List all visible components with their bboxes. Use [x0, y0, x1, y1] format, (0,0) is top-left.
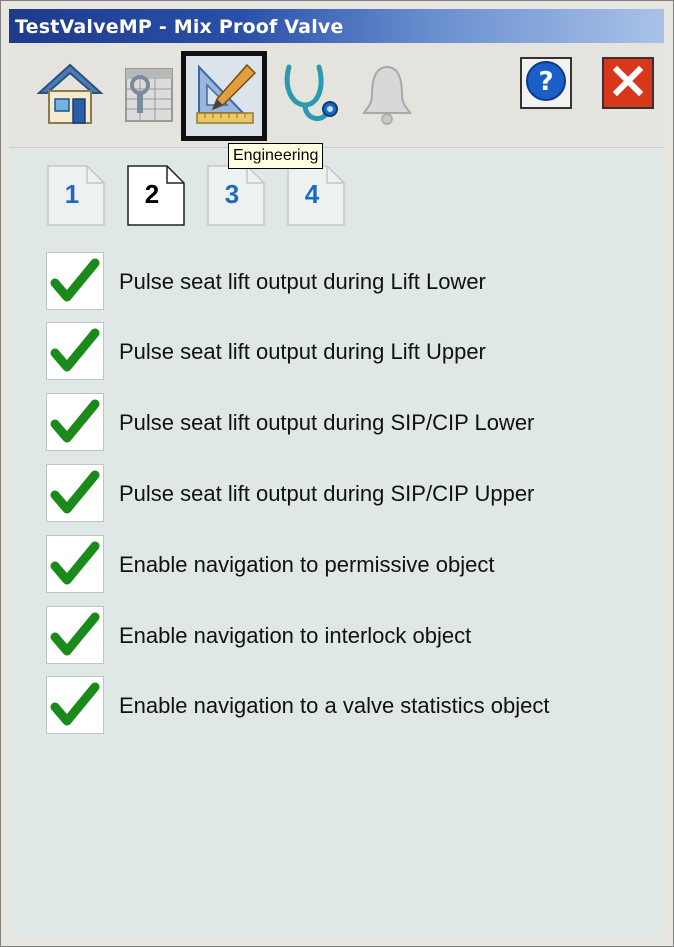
option-row: Pulse seat lift output during Lift Lower: [46, 252, 646, 312]
option-checkbox[interactable]: [46, 393, 104, 451]
option-checkbox[interactable]: [46, 676, 104, 734]
maintenance-icon: [112, 59, 182, 134]
option-row: Pulse seat lift output during Lift Upper: [46, 322, 646, 382]
window-title: TestValveMP - Mix Proof Valve: [15, 16, 344, 38]
bell-icon: [352, 59, 422, 134]
home-icon: [35, 59, 105, 134]
option-row: Enable navigation to interlock object: [46, 606, 646, 666]
option-label: Pulse seat lift output during SIP/CIP Lo…: [119, 410, 535, 435]
checkmark-icon: [50, 399, 100, 443]
toolbar: ?: [9, 43, 664, 147]
option-row: Pulse seat lift output during SIP/CIP Lo…: [46, 393, 646, 453]
checkmark-icon: [50, 541, 100, 585]
stethoscope-icon: [275, 59, 345, 134]
svg-text:?: ?: [538, 67, 553, 97]
home-tab-button[interactable]: [27, 51, 113, 141]
checkmark-icon: [50, 328, 100, 372]
page-tab-2[interactable]: 2: [127, 165, 185, 226]
option-checkbox[interactable]: [46, 535, 104, 593]
alarms-tab-button[interactable]: [344, 51, 430, 141]
checkmark-icon: [50, 258, 100, 302]
option-checkbox[interactable]: [46, 606, 104, 664]
page-tab-3[interactable]: 3: [207, 165, 265, 226]
engineering-icon: [189, 59, 259, 134]
option-row: Pulse seat lift output during SIP/CIP Up…: [46, 464, 646, 524]
page-tab-4[interactable]: 4: [287, 165, 345, 226]
faceplate-window: TestValveMP - Mix Proof Valve ? Engineer…: [0, 0, 674, 947]
maintenance-tab-button[interactable]: [104, 51, 190, 141]
engineering-tab-button[interactable]: [181, 51, 267, 141]
option-checkbox[interactable]: [46, 252, 104, 310]
help-button[interactable]: ?: [520, 57, 572, 109]
option-label: Pulse seat lift output during Lift Lower: [119, 269, 486, 294]
option-row: Enable navigation to permissive object: [46, 535, 646, 595]
option-row: Enable navigation to a valve statistics …: [46, 676, 646, 736]
checkmark-icon: [50, 682, 100, 726]
help-icon: ?: [524, 59, 568, 108]
page-tab-3-label: 3: [224, 179, 240, 209]
diagnostics-tab-button[interactable]: [267, 51, 353, 141]
page-tab-1-label: 1: [64, 179, 80, 209]
close-button[interactable]: [602, 57, 654, 109]
option-label: Pulse seat lift output during Lift Upper: [119, 339, 486, 364]
option-label: Enable navigation to permissive object: [119, 552, 495, 577]
page-tab-4-label: 4: [304, 179, 320, 209]
close-icon: [608, 61, 648, 106]
title-bar[interactable]: TestValveMP - Mix Proof Valve: [9, 9, 664, 43]
option-label: Enable navigation to a valve statistics …: [119, 693, 550, 718]
engineering-tooltip: Engineering: [228, 143, 324, 169]
page-tab-1[interactable]: 1: [47, 165, 105, 226]
checkmark-icon: [50, 612, 100, 656]
option-label: Pulse seat lift output during SIP/CIP Up…: [119, 481, 535, 506]
page-tab-2-label: 2: [144, 179, 160, 209]
option-checkbox[interactable]: [46, 322, 104, 380]
option-checkbox[interactable]: [46, 464, 104, 522]
checkmark-icon: [50, 470, 100, 514]
option-label: Enable navigation to interlock object: [119, 623, 472, 648]
